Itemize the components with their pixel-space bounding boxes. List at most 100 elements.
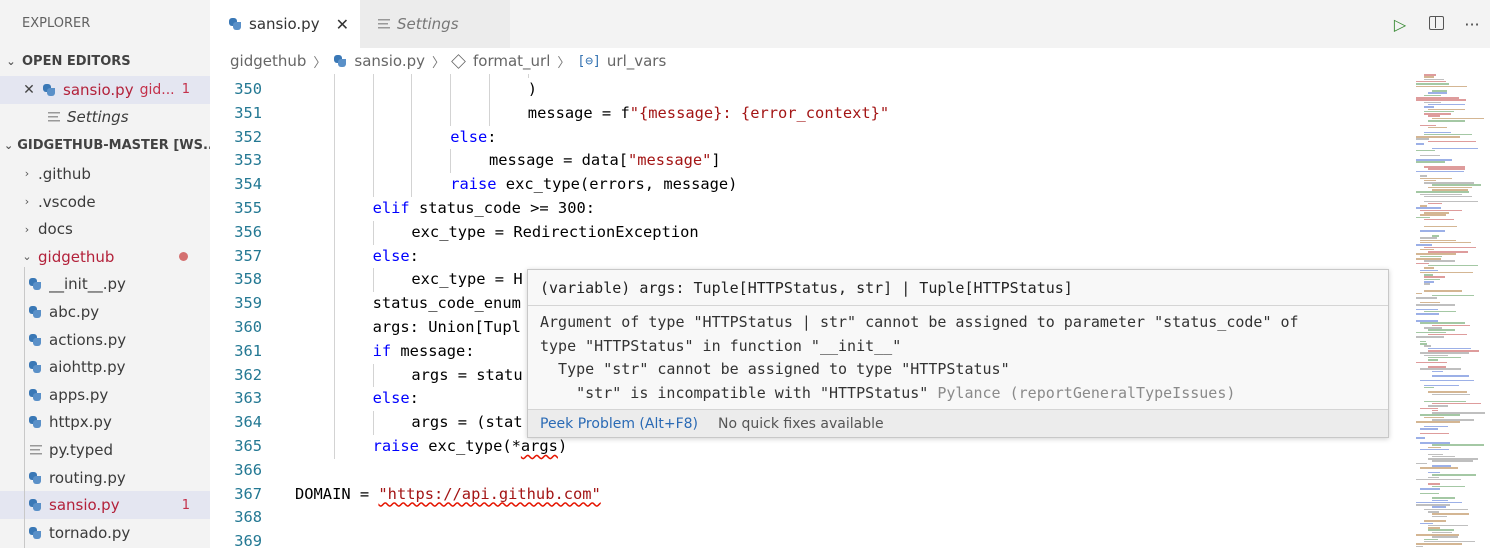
tree-item-github[interactable]: › .github xyxy=(0,160,210,188)
line-number: 352 xyxy=(234,127,262,146)
tree-item-actions[interactable]: actions.py xyxy=(0,326,210,354)
close-icon[interactable]: ✕ xyxy=(336,15,349,34)
code-line: 351 message = f"{message}: {error_context… xyxy=(210,102,1410,126)
indent-guide xyxy=(411,78,413,102)
tree-item-sansio[interactable]: sansio.py 1 xyxy=(0,491,210,519)
text-file-icon xyxy=(30,444,42,455)
line-number: 356 xyxy=(234,222,262,241)
indent-guide xyxy=(372,125,374,150)
tab-sansio[interactable]: sansio.py ✕ xyxy=(210,0,360,48)
open-editors-header[interactable]: ⌄ OPEN EDITORS xyxy=(0,48,210,76)
chevron-down-icon: ⌄ xyxy=(6,55,16,68)
line-number: 369 xyxy=(234,532,262,548)
chevron-right-icon: 〉 xyxy=(431,55,445,71)
open-editor-settings[interactable]: Settings xyxy=(0,104,210,132)
indent-guide xyxy=(411,101,413,126)
line-number: 365 xyxy=(234,437,262,455)
minimap-line xyxy=(1424,218,1455,221)
minimap-line xyxy=(1416,161,1445,163)
code-token: status_code_enum xyxy=(372,294,521,313)
code-token: elif xyxy=(372,199,410,217)
code-text: else: xyxy=(373,245,419,269)
line-number: 358 xyxy=(234,270,262,289)
indent-guide xyxy=(333,435,335,459)
code-token: ) xyxy=(557,437,568,455)
workspace-header[interactable]: ⌄ GIDGETHUB-MASTER [WS... xyxy=(0,132,210,160)
tree-item-label: httpx.py xyxy=(49,413,112,432)
line-number: 360 xyxy=(234,318,262,336)
run-icon[interactable]: ▷ xyxy=(1382,15,1418,34)
tree-item-pytyped[interactable]: py.typed xyxy=(0,436,210,464)
minimap-line xyxy=(1416,262,1429,265)
tree-item-vscode[interactable]: › .vscode xyxy=(0,188,210,216)
line-number: 354 xyxy=(234,175,262,194)
hover-signature: (variable) args: Tuple[HTTPStatus, str] … xyxy=(528,270,1388,306)
indent-guide xyxy=(411,149,413,174)
tree-item-docs[interactable]: › docs xyxy=(0,215,210,243)
minimap-line xyxy=(1416,478,1462,481)
tree-item-label: .github xyxy=(38,164,91,183)
tree-item-label: routing.py xyxy=(49,468,126,487)
indent-guide xyxy=(450,149,452,174)
minimap-line xyxy=(1416,462,1427,465)
minimap-line xyxy=(1424,225,1457,228)
indent-guide xyxy=(333,292,335,316)
indent-guide xyxy=(372,411,374,435)
code-token: exc_type = H xyxy=(411,270,523,289)
minimap[interactable] xyxy=(1410,74,1490,548)
code-token: : xyxy=(409,246,419,265)
indent-guide xyxy=(333,125,335,150)
open-editors-label: OPEN EDITORS xyxy=(22,54,131,69)
indent-guide xyxy=(333,220,335,245)
tab-settings[interactable]: Settings xyxy=(360,0,510,48)
hover-message-line: "str" is incompatible with "HTTPStatus" xyxy=(540,383,938,402)
code-token: raise xyxy=(372,437,419,455)
minimap-line xyxy=(1420,492,1439,495)
line-number: 350 xyxy=(234,80,262,98)
split-editor-icon xyxy=(1428,15,1444,30)
line-number: 357 xyxy=(234,246,262,265)
code-token: : xyxy=(487,127,497,146)
close-icon[interactable]: ✕ xyxy=(22,82,36,98)
tree-item-apps[interactable]: apps.py xyxy=(0,381,210,409)
tree-item-tornado[interactable]: tornado.py xyxy=(0,519,210,547)
minimap-line xyxy=(1432,474,1477,476)
minimap-line xyxy=(1432,147,1479,150)
hover-message: Argument of type "HTTPStatus | str" cann… xyxy=(528,306,1388,405)
minimap-line xyxy=(1416,313,1439,315)
tree-item-routing[interactable]: routing.py xyxy=(0,464,210,492)
tree-item-abc[interactable]: abc.py xyxy=(0,298,210,326)
minimap-line xyxy=(1416,336,1444,338)
breadcrumb-folder[interactable]: gidgethub xyxy=(230,52,306,70)
indent-guide xyxy=(333,339,335,364)
code-token: else xyxy=(372,389,410,408)
minimap-line xyxy=(1432,375,1470,377)
breadcrumb-function[interactable]: format_url xyxy=(473,52,550,70)
no-quick-fixes-label: No quick fixes available xyxy=(718,415,884,432)
breadcrumb-variable[interactable]: url_vars xyxy=(607,52,666,70)
breadcrumb-file[interactable]: sansio.py xyxy=(354,52,425,70)
tree-item-httpx[interactable]: httpx.py xyxy=(0,409,210,437)
indent-guide xyxy=(333,74,335,78)
code-token: exc_type = RedirectionException xyxy=(411,222,699,241)
editor-tab-bar: sansio.py ✕ Settings ▷ ··· xyxy=(210,0,1490,48)
split-editor-button[interactable] xyxy=(1418,15,1454,34)
more-actions-icon[interactable]: ··· xyxy=(1454,15,1490,34)
code-token: args = (stat xyxy=(411,413,523,432)
python-file-icon xyxy=(28,498,42,512)
code-text: args = (stat xyxy=(411,411,522,435)
tree-item-label: docs xyxy=(38,220,73,239)
tree-item-init[interactable]: __init__.py xyxy=(0,271,210,299)
code-text: exc_type = H xyxy=(411,268,522,292)
hover-tooltip: (variable) args: Tuple[HTTPStatus, str] … xyxy=(527,269,1389,438)
tree-item-gidgethub[interactable]: ⌄ gidgethub xyxy=(0,243,210,271)
modified-dot-icon xyxy=(179,251,188,261)
minimap-line xyxy=(1420,448,1450,451)
minimap-line xyxy=(1416,85,1468,88)
hover-message-line-last: "str" is incompatible with "HTTPStatus" … xyxy=(540,382,1376,406)
tree-item-aiohttp[interactable]: aiohttp.py xyxy=(0,353,210,381)
peek-problem-link[interactable]: Peek Problem (Alt+F8) xyxy=(540,416,698,432)
python-file-icon xyxy=(228,17,242,31)
open-editor-sansio[interactable]: ✕ sansio.py gid... 1 xyxy=(0,76,210,104)
indent-guide xyxy=(333,244,335,269)
